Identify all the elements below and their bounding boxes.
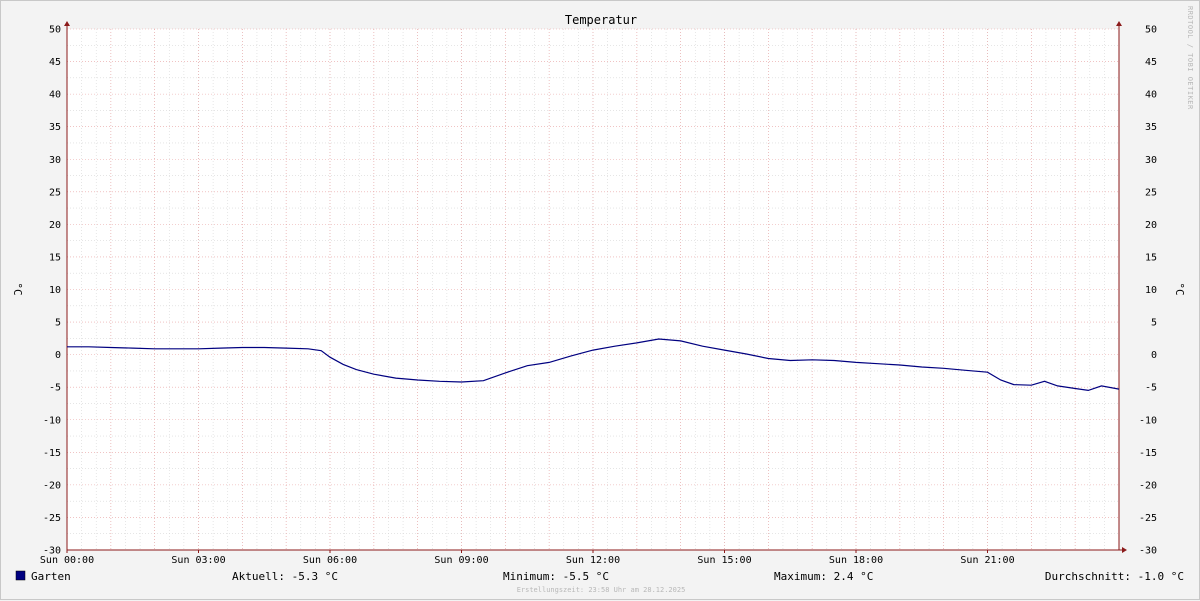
y-tick-label-right: 5 <box>1151 318 1157 329</box>
y-tick-label-right: -15 <box>1139 448 1157 459</box>
x-tick-label: Sun 18:00 <box>829 555 883 566</box>
chart-frame: 50 45 40 35 30 25 20 15 10 5 0 -5 -10 -15 -20 -25 -30 50… <box>0 0 1200 600</box>
y-tick-label-right: 35 <box>1145 122 1157 133</box>
footer-timestamp: Erstellungszeit: 23:58 Uhr am 28.12.2025 <box>517 586 686 594</box>
legend-maximum: Maximum: 2.4 °C <box>774 570 873 583</box>
y-tick-label-right: 10 <box>1145 285 1157 296</box>
x-tick-label: Sun 21:00 <box>960 555 1014 566</box>
legend-aktuell: Aktuell: -5.3 °C <box>232 570 338 583</box>
x-axis-arrow <box>1122 547 1127 553</box>
y-tick-label-right: -5 <box>1145 383 1157 394</box>
y-tick-label-left: 10 <box>49 285 61 296</box>
y-axis-label-right: °C <box>1173 282 1186 295</box>
chart-title: Temperatur <box>565 13 637 27</box>
y-tick-label-left: 20 <box>49 220 61 231</box>
x-tick-label: Sun 12:00 <box>566 555 620 566</box>
y-tick-label-right: 0 <box>1151 350 1157 361</box>
y-axis-label-left: °C <box>11 282 24 295</box>
y-tick-label-right: -10 <box>1139 415 1157 426</box>
watermark: RRDTOOL / TOBI OETIKER <box>1186 6 1194 110</box>
legend-series-name: Garten <box>31 570 71 583</box>
y-tick-label-left: 30 <box>49 155 61 166</box>
x-tick-label: Sun 00:00 <box>40 555 94 566</box>
y-tick-label-left: 35 <box>49 122 61 133</box>
y-tick-label-right: 45 <box>1145 57 1157 68</box>
y-tick-label-right: -30 <box>1139 546 1157 557</box>
x-ticks: Sun 00:00 Sun 03:00 Sun 06:00 Sun 09:00 Sun … <box>40 550 1015 566</box>
y-tick-label-left: 0 <box>55 350 61 361</box>
legend-durchschnitt: Durchschnitt: -1.0 °C <box>1045 570 1184 583</box>
y-tick-label-right: -25 <box>1139 513 1157 524</box>
y-tick-label-left: -5 <box>49 383 61 394</box>
y-ticks-left: 50454035302520151050-5-10-15-20-25-30 <box>43 25 61 557</box>
y-tick-label-left: 40 <box>49 90 61 101</box>
y-tick-label-right: 15 <box>1145 252 1157 263</box>
x-tick-label: Sun 15:00 <box>697 555 751 566</box>
y-tick-label-left: 45 <box>49 57 61 68</box>
y-tick-label-right: 30 <box>1145 155 1157 166</box>
y-tick-label-left: -25 <box>43 513 61 524</box>
y-axis-right-arrow <box>1116 21 1122 26</box>
y-tick-label-left: -10 <box>43 415 61 426</box>
y-tick-label-left: 15 <box>49 252 61 263</box>
temperature-chart: 50454035302520151050-5-10-15-20-25-30 50… <box>11 6 1194 594</box>
y-tick-label-right: 20 <box>1145 220 1157 231</box>
y-tick-label-right: 25 <box>1145 187 1157 198</box>
y-tick-label-left: -15 <box>43 448 61 459</box>
y-axis-left-arrow <box>64 21 70 26</box>
legend-swatch-garten <box>15 570 26 581</box>
x-tick-label: Sun 09:00 <box>434 555 488 566</box>
y-tick-label-left: 25 <box>49 187 61 198</box>
y-ticks-right: 50454035302520151050-5-10-15-20-25-30 <box>1139 25 1157 557</box>
y-tick-label-left: 50 <box>49 25 61 36</box>
y-tick-label-right: 40 <box>1145 90 1157 101</box>
y-tick-label-right: 50 <box>1145 25 1157 36</box>
x-tick-label: Sun 03:00 <box>171 555 225 566</box>
y-tick-label-left: 5 <box>55 318 61 329</box>
x-tick-label: Sun 06:00 <box>303 555 357 566</box>
y-tick-label-right: -20 <box>1139 480 1157 491</box>
y-tick-label-left: -20 <box>43 480 61 491</box>
legend-minimum: Minimum: -5.5 °C <box>503 570 609 583</box>
